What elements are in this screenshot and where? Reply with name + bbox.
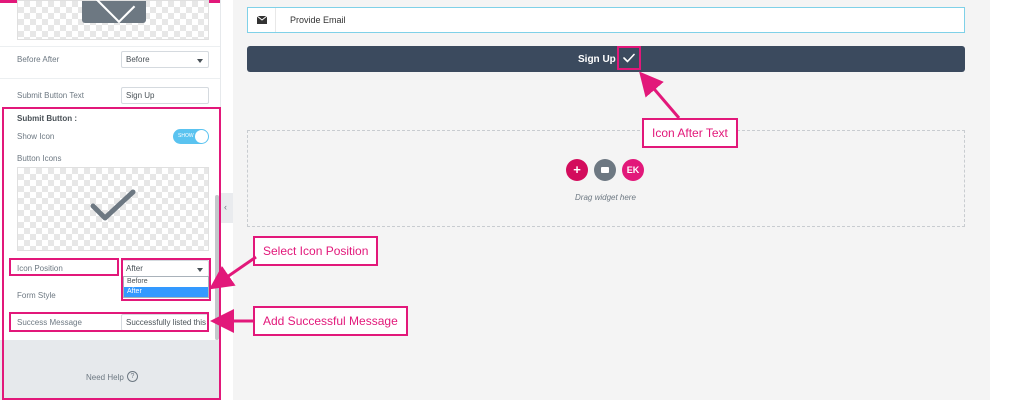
arrow-to-icon-position [209, 255, 257, 290]
callout-arrows [209, 71, 681, 333]
arrow-to-checkmark [639, 71, 681, 119]
